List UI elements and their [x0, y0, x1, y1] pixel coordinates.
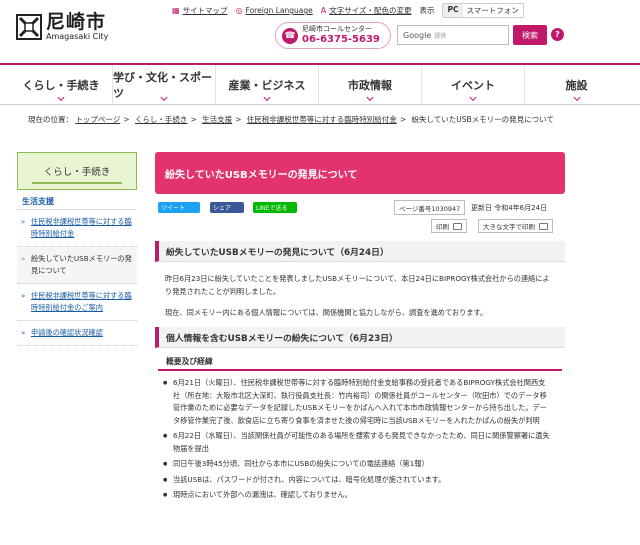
device-switcher: PC スマートフォン: [442, 3, 524, 18]
callcenter-label: 尼崎市コールセンター: [302, 25, 372, 33]
list-item: 当該USBは、パスワードが付され、内容については、暗号化処理が施されています。: [163, 474, 551, 487]
sidebar: くらし・手続き 生活支援 住民税非課税世帯等に対する臨時特別給付金 紛失していた…: [17, 152, 137, 346]
list-item: 同日午後3時45分頃、同社から本市にUSBの紛失についての電話連絡（第1報）: [163, 458, 551, 471]
gnav-learning[interactable]: 学び・文化・スポーツ: [113, 65, 216, 104]
breadcrumb-current: 紛失していたUSBメモリーの発見について: [411, 115, 554, 124]
callcenter-badge[interactable]: ☎ 尼崎市コールセンター 06-6375-5639: [275, 22, 391, 49]
share-row: ツイート シェア LINEで送る ページ番号1030947 更新日 令和4年6月…: [155, 200, 565, 216]
site-logo[interactable]: 尼崎市 Amagasaki City: [16, 12, 108, 42]
help-icon[interactable]: ?: [551, 28, 564, 41]
print-tools: 印刷 大きな文字で印刷: [155, 219, 565, 236]
gnav-living[interactable]: くらし・手続き: [10, 65, 113, 104]
line-share-button[interactable]: LINEで送る: [253, 202, 297, 213]
sidebar-item-benefit-guide[interactable]: 住民税非課税世帯等に対する臨時特別給付金のご案内: [17, 284, 137, 321]
sidebar-item-status[interactable]: 申請後の確認状況確認: [17, 321, 137, 346]
text-size-link[interactable]: A 文字サイズ・配色の変更: [321, 5, 412, 16]
device-pc-button[interactable]: PC: [443, 4, 463, 17]
breadcrumb-home[interactable]: トップページ: [75, 115, 120, 124]
sidebar-subheading[interactable]: 生活支援: [17, 196, 137, 210]
chevron-down-icon: [572, 93, 581, 102]
chevron-down-icon: [57, 93, 65, 102]
subsection-heading-overview: 概要及び経緯: [158, 354, 562, 371]
printer-icon: [539, 222, 548, 230]
city-emblem-icon: [16, 14, 42, 40]
gnav-city-info[interactable]: 市政情報: [319, 65, 422, 104]
logo-title: 尼崎市: [46, 11, 107, 33]
overview-list: 6月21日（火曜日）、住民税非課税世帯等に対する臨時特別給付金支給事務の受託者で…: [155, 377, 565, 502]
search-input[interactable]: Google 提供: [397, 25, 509, 45]
breadcrumb-benefit[interactable]: 住民税非課税世帯等に対する臨時特別給付金: [247, 115, 397, 124]
phone-icon: ☎: [282, 27, 298, 44]
print-button[interactable]: 印刷: [431, 219, 467, 233]
site-header: 尼崎市 Amagasaki City ▦ サイトマップ ◎ Foreign La…: [0, 0, 640, 58]
device-smartphone-button[interactable]: スマートフォン: [463, 4, 523, 17]
list-item: 6月21日（火曜日）、住民税非課税世帯等に対する臨時特別給付金支給事務の受託者で…: [163, 377, 551, 427]
global-nav: くらし・手続き 学び・文化・スポーツ 産業・ビジネス 市政情報 イベント 施設: [0, 63, 640, 105]
sitemap-icon: ▦: [172, 6, 180, 15]
gnav-industry[interactable]: 産業・ビジネス: [216, 65, 319, 104]
sidebar-item-benefit[interactable]: 住民税非課税世帯等に対する臨時特別給付金: [17, 210, 137, 247]
breadcrumb-living[interactable]: くらし・手続き: [135, 115, 188, 124]
section-heading-found: 紛失していたUSBメモリーの発見について（6月24日）: [155, 241, 565, 262]
text-size-icon: A: [320, 6, 327, 15]
chevron-down-icon: [366, 93, 374, 102]
section-found-paragraph-2: 現在、同メモリー内にある個人情報については、関係機関と協力しながら、調査を進めて…: [165, 308, 488, 317]
facebook-share-button[interactable]: シェア: [210, 202, 244, 213]
chevron-down-icon: [469, 93, 477, 102]
utility-links: ▦ サイトマップ ◎ Foreign Language A 文字サイズ・配色の変…: [172, 3, 524, 18]
sidebar-heading[interactable]: くらし・手続き: [17, 152, 137, 190]
breadcrumb: 現在の位置： トップページ > くらし・手続き > 生活支援 > 住民税非課税世帯等に…: [28, 115, 554, 124]
logo-subtitle: Amagasaki City: [46, 32, 109, 41]
breadcrumb-prefix: 現在の位置：: [28, 115, 73, 124]
sidebar-heading-underline: [32, 182, 122, 184]
updated-date: 更新日 令和4年6月24日: [471, 204, 548, 212]
section-heading-lost: 個人情報を含むUSBメモリーの紛失について（6月23日）: [155, 327, 565, 348]
list-item: 6月22日（水曜日）、当該関係社員が可能性のある場所を捜索するも発見できなかった…: [163, 430, 551, 455]
foreign-language-link[interactable]: ◎ Foreign Language: [236, 6, 313, 15]
tweet-button[interactable]: ツイート: [158, 202, 200, 213]
sidebar-item-current: 紛失していたUSBメモリーの発見について: [17, 247, 137, 284]
section-found-paragraph-1: 昨日6月23日に紛失していたことを発表しましたUSBメモリーについて、本日24日…: [165, 274, 550, 296]
google-brand: Google: [403, 30, 432, 40]
search-placeholder: 提供: [434, 32, 447, 40]
page-title: 紛失していたUSBメモリーの発見について: [155, 152, 565, 194]
page-number: ページ番号1030947: [394, 200, 466, 215]
breadcrumb-support[interactable]: 生活支援: [202, 115, 232, 124]
display-label: 表示: [419, 6, 435, 15]
callcenter-number: 06-6375-5639: [302, 34, 380, 45]
search-button[interactable]: 検索: [513, 25, 547, 45]
gnav-facilities[interactable]: 施設: [525, 65, 628, 104]
gnav-events[interactable]: イベント: [422, 65, 525, 104]
printer-icon: [453, 222, 462, 230]
large-print-button[interactable]: 大きな文字で印刷: [478, 219, 553, 233]
main-content: 紛失していたUSBメモリーの発見について ツイート シェア LINEで送る ペー…: [155, 152, 565, 505]
chevron-down-icon: [263, 93, 271, 102]
list-item: 現時点において外部への漏洩は、確認しておりません。: [163, 489, 551, 502]
sitemap-link[interactable]: ▦ サイトマップ: [172, 5, 228, 16]
globe-icon: ◎: [235, 6, 243, 15]
